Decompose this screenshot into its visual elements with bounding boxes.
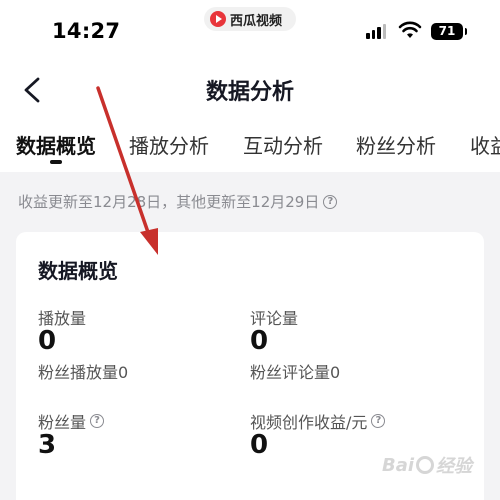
comment-count-value: 0 [250,326,269,356]
wifi-icon [398,21,422,38]
app-indicator-pill[interactable]: 西瓜视频 [204,7,296,31]
fans-count-value: 3 [38,430,57,460]
revenue-value: 0 [250,430,269,460]
update-notice: 收益更新至12月28日，其他更新至12月29日 ? [18,191,338,212]
tab-interaction-analysis[interactable]: 互动分析 [243,130,323,159]
cellular-signal-icon [366,24,386,39]
tab-bar: 数据概览 播放分析 互动分析 粉丝分析 收益 [0,130,500,164]
app-logo-icon [210,11,226,27]
question-mark-icon[interactable]: ? [323,194,338,209]
tab-overview[interactable]: 数据概览 [16,130,96,159]
question-mark-icon[interactable]: ? [90,414,105,428]
tab-fans-analysis[interactable]: 粉丝分析 [356,130,436,159]
update-notice-text: 收益更新至12月28日，其他更新至12月29日 [18,193,320,211]
app-name: 西瓜视频 [230,13,283,29]
overview-card-title: 数据概览 [38,259,118,283]
status-time: 14:27 [52,19,121,43]
play-count-value: 0 [38,326,57,356]
paw-icon [416,456,435,474]
revenue-label-row: 视频创作收益/元 ? [250,409,386,433]
battery-icon: 71 [431,23,467,40]
active-tab-indicator [50,160,62,164]
watermark-text-right: 经验 [436,456,473,477]
watermark-text-left: Bai [382,454,415,476]
question-mark-icon[interactable]: ? [371,414,386,428]
fans-play-count: 粉丝播放量0 [38,363,129,382]
fans-comment-count: 粉丝评论量0 [250,363,341,382]
tab-play-analysis[interactable]: 播放分析 [129,130,209,159]
baidu-watermark: Bai 经验 [382,452,472,478]
page-title: 数据分析 [205,80,294,105]
tab-revenue[interactable]: 收益 [470,130,500,159]
